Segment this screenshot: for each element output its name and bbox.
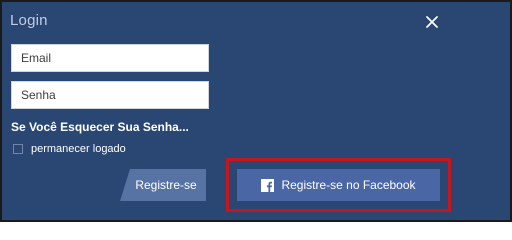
remember-checkbox[interactable] — [13, 144, 23, 154]
facebook-register-button[interactable]: Registre-se no Facebook — [237, 169, 440, 201]
close-button[interactable] — [422, 12, 442, 32]
register-button-label: Registre-se — [135, 178, 197, 192]
password-field[interactable] — [11, 81, 209, 109]
dialog-title: Login — [10, 12, 48, 29]
remember-label: permanecer logado — [31, 143, 126, 155]
email-field[interactable] — [11, 44, 209, 72]
screenshot-frame: Login Se Você Esquecer Sua Senha... perm… — [0, 0, 512, 222]
register-button[interactable]: Registre-se — [120, 169, 206, 201]
facebook-register-label: Registre-se no Facebook — [281, 178, 416, 192]
facebook-icon — [261, 178, 275, 192]
remember-me[interactable]: permanecer logado — [13, 143, 126, 155]
forgot-password-link[interactable]: Se Você Esquecer Sua Senha... — [11, 120, 189, 134]
close-icon[interactable] — [422, 12, 442, 32]
login-dialog: Login Se Você Esquecer Sua Senha... perm… — [2, 2, 510, 220]
